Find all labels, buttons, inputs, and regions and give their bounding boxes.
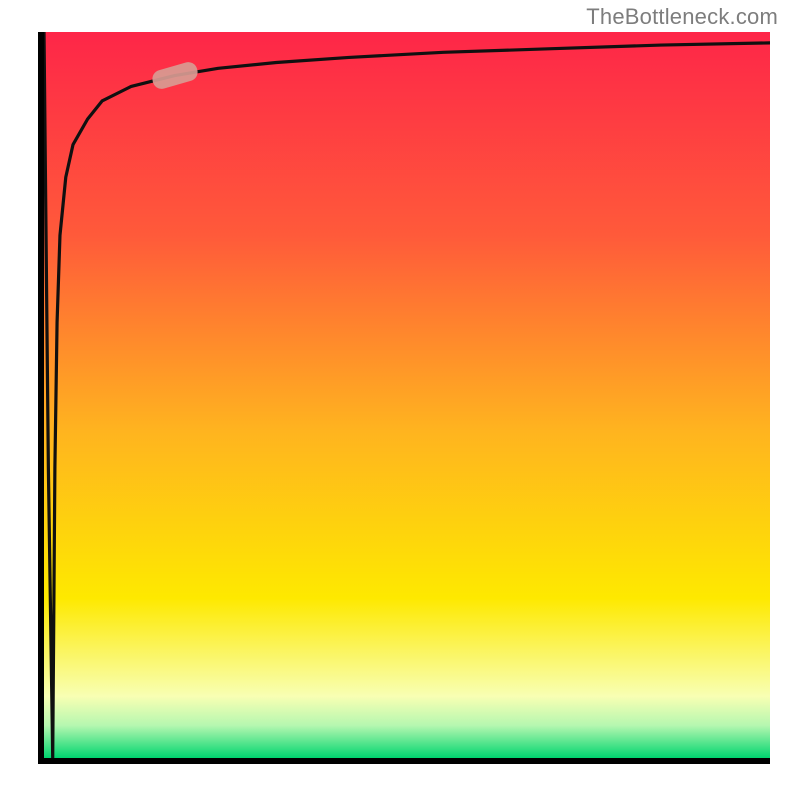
curve-line <box>44 32 770 758</box>
branding-label: TheBottleneck.com <box>586 4 778 30</box>
x-axis <box>38 758 770 764</box>
chart-stage: TheBottleneck.com <box>0 0 800 800</box>
